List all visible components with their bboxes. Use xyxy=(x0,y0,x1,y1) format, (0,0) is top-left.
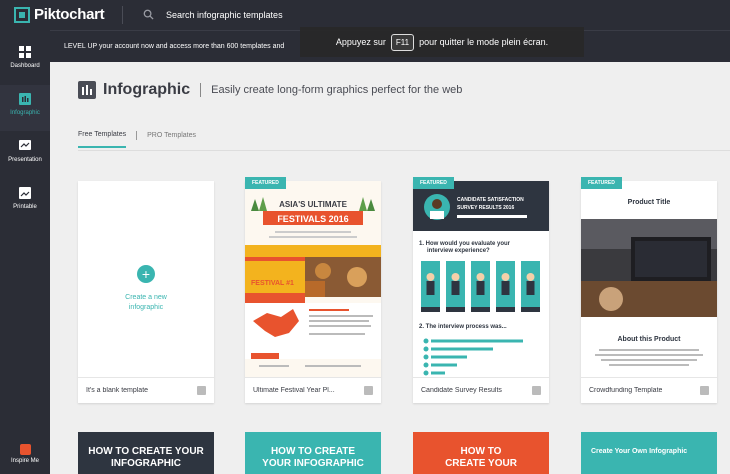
inspire-me-button[interactable]: Inspire Me xyxy=(0,444,50,474)
search-icon[interactable] xyxy=(143,9,154,20)
card-thumbnail[interactable]: Product Title About this Product xyxy=(581,181,717,377)
f11-key: F11 xyxy=(390,33,415,51)
template-card-bottom-3[interactable]: HOW TO CREATE YOUR xyxy=(413,432,549,474)
inspire-label: Inspire Me xyxy=(10,458,39,464)
template-card-bottom-4[interactable]: Create Your Own Infographic xyxy=(581,432,717,474)
logo-text: Piktochart xyxy=(34,6,105,23)
template-card-bottom-2[interactable]: HOW TO CREATE YOUR INFOGRAPHIC xyxy=(245,432,381,474)
bottom-card-title: Create Your Own Infographic xyxy=(591,448,688,455)
sidebar-item-printable[interactable]: Printable xyxy=(0,179,50,225)
template-card-crowdfunding[interactable]: FEATURED Product Title About this Produc… xyxy=(581,177,717,403)
crowdfunding-thumbnail-image: Product Title About this Product xyxy=(581,181,717,377)
template-type-icon xyxy=(364,386,373,395)
card-footer: Ultimate Festival Year Pl... xyxy=(245,377,381,403)
page-subtitle: Easily create long-form graphics perfect… xyxy=(211,84,463,96)
festival-thumb-label: FESTIVAL #1 xyxy=(251,280,294,287)
festival-thumb-title2: FESTIVALS 2016 xyxy=(277,214,348,224)
search-input[interactable] xyxy=(166,7,426,23)
printable-icon xyxy=(19,187,31,199)
logo-icon xyxy=(14,6,30,23)
template-type-icon xyxy=(197,386,206,395)
survey-thumb-q1b: interview experience? xyxy=(427,248,490,254)
template-type-icon xyxy=(532,386,541,395)
card-footer: Candidate Survey Results xyxy=(413,377,549,403)
page-header: Infographic Easily create long-form grap… xyxy=(78,78,462,102)
tab-divider xyxy=(136,131,138,140)
tab-free-templates[interactable]: Free Templates xyxy=(78,131,127,148)
card-thumbnail[interactable]: CANDIDATE SATISFACTION SURVEY RESULTS 20… xyxy=(413,181,549,377)
featured-badge: FEATURED xyxy=(413,177,454,189)
template-card-blank[interactable]: + Create a new infographic It's a blank … xyxy=(78,181,214,403)
template-card-festival[interactable]: FEATURED ASIA'S ULTIMATE FESTIVALS 2016 … xyxy=(245,177,381,403)
sidebar-item-infographic[interactable]: Infographic xyxy=(0,85,50,131)
survey-thumb-title2: SURVEY RESULTS 2016 xyxy=(457,205,514,211)
toast-text-before: Appuyez sur xyxy=(335,37,386,47)
template-type-icon xyxy=(700,386,709,395)
upgrade-text[interactable]: LEVEL UP your account now and access mor… xyxy=(64,43,284,50)
survey-thumb-title: CANDIDATE SATISFACTION xyxy=(457,197,524,203)
template-card-survey[interactable]: FEATURED CANDIDATE SATISFACTION SURVEY R… xyxy=(413,177,549,403)
featured-badge: FEATURED xyxy=(245,177,286,189)
template-card-bottom-1[interactable]: HOW TO CREATE YOUR INFOGRAPHIC xyxy=(78,432,214,474)
sidebar-item-label: Presentation xyxy=(8,157,42,163)
sidebar-item-dashboard[interactable]: Dashboard xyxy=(0,38,50,84)
card-name: Ultimate Festival Year Pl... xyxy=(253,387,335,394)
sidebar-item-label: Infographic xyxy=(10,110,40,116)
top-bar: Piktochart xyxy=(0,0,730,30)
card-name: It's a blank template xyxy=(86,387,149,394)
inspire-icon xyxy=(19,444,31,455)
create-new-label[interactable]: Create a new infographic xyxy=(78,293,214,313)
card-name: Candidate Survey Results xyxy=(421,387,502,394)
sidebar-item-presentation[interactable]: Presentation xyxy=(0,132,50,178)
survey-thumb-q1: 1. How would you evaluate your xyxy=(419,241,511,247)
festival-thumbnail-image: ASIA'S ULTIMATE FESTIVALS 2016 FESTIVAL … xyxy=(245,181,381,377)
divider xyxy=(122,6,123,24)
bottom-card-title: HOW TO CREATE YOUR INFOGRAPHIC xyxy=(262,446,364,469)
survey-thumb-q2: 2. The interview process was... xyxy=(419,324,507,330)
page-title: Infographic xyxy=(103,81,191,98)
card-thumbnail[interactable]: ASIA'S ULTIMATE FESTIVALS 2016 FESTIVAL … xyxy=(245,181,381,377)
plus-icon[interactable]: + xyxy=(137,265,155,283)
tabs-underline xyxy=(78,150,730,151)
survey-thumbnail-image: CANDIDATE SATISFACTION SURVEY RESULTS 20… xyxy=(413,181,549,377)
infographic-icon xyxy=(19,93,31,105)
piktochart-logo[interactable]: Piktochart xyxy=(14,6,105,23)
festival-thumb-title: ASIA'S ULTIMATE xyxy=(279,200,347,209)
sidebar: Dashboard Infographic Presentation Print… xyxy=(0,30,50,474)
presentation-icon xyxy=(19,140,31,150)
card-footer: Crowdfunding Template xyxy=(581,377,717,403)
crowdfunding-thumb-title: Product Title xyxy=(628,199,671,206)
tab-pro-templates[interactable]: PRO Templates xyxy=(147,132,196,147)
template-tabs: Free Templates PRO Templates xyxy=(78,131,196,148)
fullscreen-toast: Appuyez sur F11 pour quitter le mode ple… xyxy=(300,27,584,57)
crowdfunding-thumb-about: About this Product xyxy=(618,336,682,343)
card-name: Crowdfunding Template xyxy=(589,387,663,394)
grid-icon xyxy=(19,46,31,58)
toast-text-after: pour quitter le mode plein écran. xyxy=(419,37,549,47)
sidebar-item-label: Dashboard xyxy=(10,63,40,69)
infographic-title-icon xyxy=(78,81,96,99)
sidebar-item-label: Printable xyxy=(13,204,37,210)
card-footer: It's a blank template xyxy=(78,377,214,403)
title-divider xyxy=(200,83,202,97)
featured-badge: FEATURED xyxy=(581,177,622,189)
card-thumbnail[interactable]: + Create a new infographic xyxy=(78,181,214,377)
bottom-card-title: HOW TO CREATE YOUR xyxy=(445,446,517,469)
bottom-card-title: HOW TO CREATE YOUR INFOGRAPHIC xyxy=(88,446,204,469)
